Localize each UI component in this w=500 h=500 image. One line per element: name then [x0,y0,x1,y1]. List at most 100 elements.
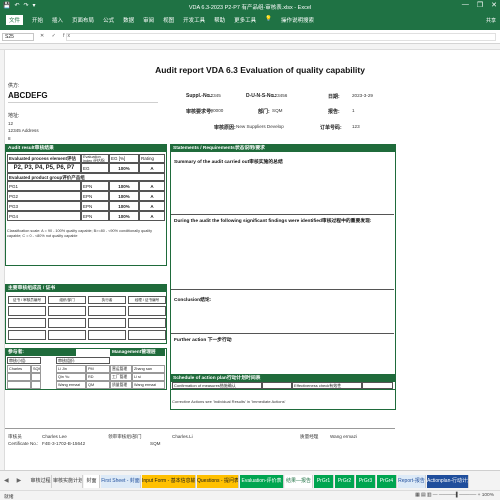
effect-label: Effectiveness check有效性 [292,382,362,389]
report-no: 1 [352,108,355,113]
prev-sheet-icon[interactable]: ◀ [4,477,9,484]
ribbon-tab[interactable]: 视图 [163,16,174,25]
participant-cell: Zhang san [132,365,165,373]
participant-cell: PM [86,365,110,373]
product-group-rating: A [139,211,165,221]
ribbon-tab[interactable]: 文件 [6,15,24,25]
supplier-label: 供方: [8,83,20,89]
ribbon-tab[interactable]: 开发工具 [183,16,205,25]
product-group-eg: 100% [109,201,139,211]
auditor-cell[interactable] [48,330,86,340]
name-box[interactable]: S25 [2,33,34,41]
product-group-eg: 100% [109,191,139,201]
org-label: 审核组织: [56,357,110,364]
ribbon-tab[interactable]: 💡 [265,16,272,25]
title-bar: 💾 ↶ ↷ ▾ VDA 6.3-2023 P2-P7 有产品组-审核表.xlsx… [0,0,500,12]
audit-result-box: Audit result审核结果 Evaluated process eleme… [5,144,167,266]
sheet-tab[interactable]: PrGr1 [314,475,334,488]
formula-bar: S25 ✕ ✓ fx [0,30,500,44]
sheet-tab[interactable]: PrGr2 [335,475,355,488]
participant-cell [7,381,31,389]
divider [171,289,394,290]
auditor-cell[interactable] [8,330,46,340]
auditor-cell[interactable] [128,318,166,328]
divider [171,214,394,215]
auditor-column-header: 证书 / 审核员编号 [8,296,46,304]
zoom-control[interactable]: ▦ ▤ ▥ — ─────▌───── + 100% [415,493,494,498]
sheet-tab[interactable]: PrGr3 [356,475,376,488]
process-index: EG [81,163,109,173]
ribbon-tab[interactable]: 页面布局 [72,16,94,25]
sheet-tab[interactable]: 审核过程 [30,475,52,488]
col-process: Evaluated process element评估过程要素 [7,154,81,163]
auditor-cell[interactable] [128,330,166,340]
ribbon: 文件 开始 插入 页面布局 公式 数据 审阅 视图 开发工具 帮助 更多工具 💡 操作说明搜索 共享 [0,12,500,30]
minimize-icon[interactable]: — [462,1,469,9]
product-group-index: EPN [81,191,109,201]
sheet-tab[interactable]: First Sheet - 封面 [101,475,141,488]
date-label: 日期: [328,94,340,100]
restore-icon[interactable]: ❐ [477,1,483,9]
effect-value[interactable] [362,382,393,389]
share-button[interactable]: 共享 [486,17,496,24]
corrective-note: Corrective Actions see 'Individual Resul… [172,399,286,404]
auditor-cell[interactable] [8,318,46,328]
ribbon-tab[interactable]: 审阅 [143,16,154,25]
ribbon-tab[interactable]: 操作说明搜索 [281,16,314,25]
order-value: 123 [352,124,360,129]
sheet-tab[interactable]: 审核实施计划 [53,475,83,488]
auditor-cell[interactable] [48,306,86,316]
lead-label: 领审审核组/部门 [108,434,142,439]
date-value: 2023-3-29 [352,93,373,98]
dept-label: 部门: [258,109,270,115]
confirm-value[interactable] [262,382,292,389]
auditor-cell[interactable] [88,306,126,316]
sheet-tab[interactable]: PrGr4 [377,475,397,488]
divider [8,102,158,103]
sheet-tab[interactable]: Report-报告 [398,475,426,488]
ribbon-tab[interactable]: 帮助 [214,16,225,25]
address-line: 12 [8,121,14,126]
sheet-tab[interactable]: Actionplan-行动计划 [427,475,469,488]
lead-dept: SQM [150,441,161,446]
auditor-cell[interactable] [8,306,46,316]
ribbon-tab[interactable]: 插入 [52,16,63,25]
status-bar: 就绪 ▦ ▤ ▥ — ─────▌───── + 100% [0,490,500,500]
sheet-nav: ◀ ▶ [4,477,21,484]
ribbon-tab[interactable]: 公式 [103,16,114,25]
window-title: VDA 6.3-2023 P2-P7 有产品组-审核表.xlsx - Excel [188,5,312,11]
participant-cell [31,381,41,389]
status-ready: 就绪 [4,495,14,500]
next-sheet-icon[interactable]: ▶ [17,477,22,484]
management-header: Management管理层 [110,349,165,356]
product-group-name: PG3 [7,201,81,211]
auditors-box: 主要审核组成员 / 证书 证书 / 审核员编号 组织/部门 执行者 经理 / 证书编号 [5,284,167,344]
sheet-tab[interactable]: Questions - 提问表 [197,475,239,488]
order-no: 000000 [208,108,224,113]
close-icon[interactable]: ✕ [491,1,497,9]
worksheet[interactable]: Audit report VDA 6.3 Evaluation of quali… [0,44,500,470]
manager-name: Wang ermazi [330,434,357,439]
duns-value: 123456 [272,93,288,98]
auditor-cell[interactable] [88,318,126,328]
cert-no: F4E-3-1702-B-15642 [42,441,86,446]
product-group-rating: A [139,191,165,201]
col-index: Evaluation index 评估指标 [81,154,109,163]
sheet-tab[interactable]: 结果—报告 [285,475,313,488]
sheet-tab[interactable]: Input Form - 基本信息输入 [142,475,196,488]
sheet-tab[interactable]: 封面 [84,475,100,488]
order-label: 订单号码: [320,125,342,131]
ribbon-tab[interactable]: 数据 [123,16,134,25]
ribbon-tab[interactable]: 更多工具 [234,16,256,25]
report-title: Audit report VDA 6.3 Evaluation of quali… [155,65,365,75]
auditor-cell[interactable] [88,330,126,340]
sheet-tab[interactable]: Evaluation-评价表 [240,475,284,488]
product-group-eg: 100% [109,181,139,191]
participants-header: 参与者: [6,349,76,356]
participant-cell: Wang ermazi [56,381,86,389]
auditor-cell[interactable] [48,318,86,328]
ribbon-tab[interactable]: 开始 [32,16,43,25]
auditor-cell[interactable] [128,306,166,316]
formula-input[interactable] [66,33,496,41]
address-line: 8 [8,136,11,141]
